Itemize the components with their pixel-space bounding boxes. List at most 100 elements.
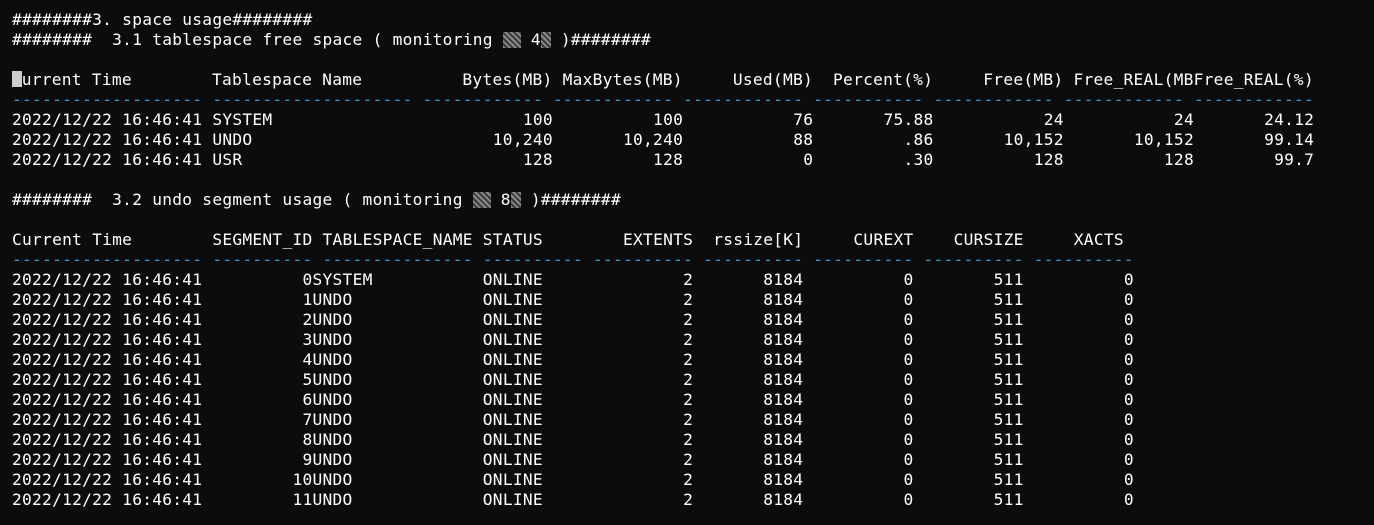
tablespace-cell: 100 (552, 110, 684, 129)
undo-cell: UNDO (312, 470, 483, 489)
undo-cell: ONLINE (482, 370, 644, 389)
tablespace-cell: 100 (422, 110, 553, 129)
column-header: STATUS (482, 230, 593, 249)
tablespace-cell: 0 (683, 150, 814, 169)
tablespace-cell: 75.88 (813, 110, 934, 129)
undo-cell: 8184 (693, 410, 804, 429)
tablespace-cell: 24.12 (1193, 110, 1315, 129)
undo-cell: 511 (913, 470, 1024, 489)
undo-cell: UNDO (312, 410, 483, 429)
undo-cell: UNDO (312, 290, 483, 309)
undo-cell: 511 (913, 450, 1024, 469)
undo-cell: 0 (1023, 270, 1134, 289)
undo-cell: 0 (1023, 430, 1134, 449)
undo-cell: 9 (212, 450, 313, 469)
undo-cell: UNDO (312, 430, 483, 449)
undo-cell: 2 (643, 330, 694, 349)
text-cursor (12, 71, 22, 87)
undo-cell: ONLINE (482, 470, 644, 489)
undo-cell: 511 (913, 430, 1024, 449)
tablespace-heading-number: 4 (530, 30, 541, 49)
undo-row: 2022/12/22 16:46:41 8UNDO ONLINE 2 8184 … (12, 430, 1368, 450)
undo-cell: 511 (913, 370, 1024, 389)
undo-cell: 0 (803, 490, 914, 509)
undo-heading-number: 8 (500, 190, 511, 209)
undo-cell: 8184 (693, 470, 804, 489)
undo-cell: 1 (212, 290, 313, 309)
undo-row: 2022/12/22 16:46:41 0SYSTEM ONLINE 2 818… (12, 270, 1368, 290)
tablespace-cell: 99.7 (1193, 150, 1315, 169)
column-header: TABLESPACE_NAME (322, 230, 483, 249)
unrendered-glyph-icon (510, 192, 521, 208)
undo-cell: 0 (1023, 350, 1134, 369)
tablespace-cell: 128 (552, 150, 684, 169)
undo-cell: 511 (913, 330, 1024, 349)
undo-cell: 6 (212, 390, 313, 409)
column-header: Free_REAL(MB (1063, 70, 1194, 89)
undo-cell: 8184 (693, 430, 804, 449)
column-header: Bytes(MB) (422, 70, 553, 89)
undo-cell: 0 (1023, 470, 1134, 489)
undo-cell: 0 (1023, 490, 1134, 509)
undo-cell: 0 (803, 470, 914, 489)
tablespace-cell: 2022/12/22 16:46:41 (12, 110, 213, 129)
undo-heading: ######## 3.2 undo segment usage ( monito… (12, 190, 1368, 210)
undo-cell: 2 (643, 490, 694, 509)
undo-cell: 511 (913, 310, 1024, 329)
undo-cell: 8184 (693, 270, 804, 289)
undo-cell: 2022/12/22 16:46:41 (12, 470, 213, 489)
undo-cell: 2022/12/22 16:46:41 (12, 430, 213, 449)
column-header: Used(MB) (682, 70, 813, 89)
column-header: Current Time (12, 230, 213, 249)
tablespace-cell: 10,152 (1063, 130, 1194, 149)
undo-cell: 511 (913, 410, 1024, 429)
column-header: Free(MB) (933, 70, 1064, 89)
tablespace-cell: 2022/12/22 16:46:41 (12, 150, 213, 169)
tablespace-heading-prefix: ######## 3.1 tablespace free space ( mon… (12, 30, 503, 49)
undo-cell: 0 (803, 350, 914, 369)
undo-cell: 511 (913, 350, 1024, 369)
undo-cell: 8184 (693, 350, 804, 369)
undo-cell: 2 (643, 350, 694, 369)
undo-row: 2022/12/22 16:46:41 2UNDO ONLINE 2 8184 … (12, 310, 1368, 330)
unrendered-glyph-icon (502, 32, 521, 48)
undo-cell: UNDO (312, 370, 483, 389)
undo-cell: 8 (212, 430, 313, 449)
undo-cell: 2 (643, 310, 694, 329)
column-header: rssize[K] (693, 230, 804, 249)
undo-cell: 0 (803, 330, 914, 349)
undo-cell: 2022/12/22 16:46:41 (12, 490, 213, 509)
tablespace-cell: 10,240 (552, 130, 684, 149)
column-header: SEGMENT_ID (212, 230, 323, 249)
undo-cell: 2022/12/22 16:46:41 (12, 270, 213, 289)
column-header: CUREXT (803, 230, 914, 249)
undo-cell: UNDO (312, 390, 483, 409)
terminal-output[interactable]: ########3. space usage######## ######## … (12, 10, 1368, 520)
undo-cell: SYSTEM (312, 270, 483, 289)
undo-cell: 2022/12/22 16:46:41 (12, 350, 213, 369)
column-header: EXTENTS (592, 230, 694, 249)
tablespace-cell: 2022/12/22 16:46:41 (12, 130, 213, 149)
undo-cell: 8184 (693, 290, 804, 309)
undo-cell: 0 (1023, 410, 1134, 429)
undo-cell: 2 (643, 390, 694, 409)
undo-cell: 2 (643, 450, 694, 469)
undo-cell: 2022/12/22 16:46:41 (12, 330, 213, 349)
column-header: XACTS (1023, 230, 1124, 249)
tablespace-cell: 128 (1063, 150, 1194, 169)
column-header: MaxBytes(MB) (552, 70, 683, 89)
tablespace-heading-suffix: )######## (550, 30, 652, 49)
unrendered-glyph-icon (472, 192, 491, 208)
undo-cell: 10 (212, 470, 313, 489)
undo-row: 2022/12/22 16:46:41 4UNDO ONLINE 2 8184 … (12, 350, 1368, 370)
column-header: Percent(%) (813, 70, 934, 89)
undo-cell: ONLINE (482, 310, 644, 329)
tablespace-row: 2022/12/22 16:46:41 SYSTEM 100 100 76 75… (12, 110, 1368, 130)
undo-cell: 2022/12/22 16:46:41 (12, 310, 213, 329)
undo-cell: ONLINE (482, 270, 644, 289)
undo-cell: 0 (803, 310, 914, 329)
undo-row: 2022/12/22 16:46:41 6UNDO ONLINE 2 8184 … (12, 390, 1368, 410)
tablespace-row: 2022/12/22 16:46:41 UNDO 10,240 10,240 8… (12, 130, 1368, 150)
undo-cell: 0 (1023, 390, 1134, 409)
undo-row: 2022/12/22 16:46:41 3UNDO ONLINE 2 8184 … (12, 330, 1368, 350)
